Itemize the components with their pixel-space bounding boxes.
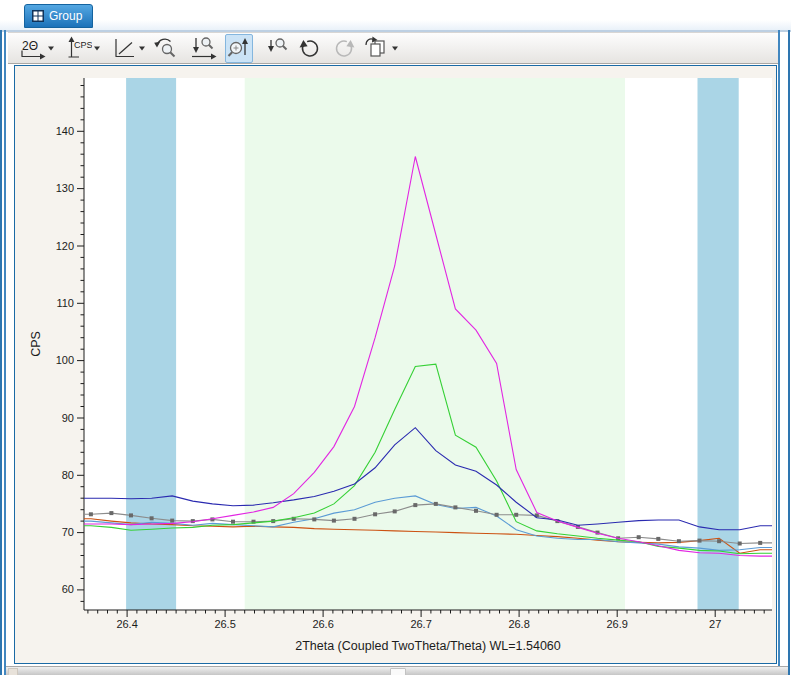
scrollbar-grip[interactable] [390, 668, 406, 675]
x-tick-label: 27 [709, 618, 721, 630]
scan-gray-marker [89, 512, 93, 516]
redo-icon [332, 35, 357, 61]
scan-gray-marker [656, 537, 660, 541]
xrd-chart[interactable]: 60 70 80 90 100 110 120 130 140 26.4 26.5 26.6 26.7 2… [15, 66, 777, 663]
scan-gray-marker [434, 502, 438, 506]
scan-gray-marker [495, 513, 499, 517]
scan-gray-marker [312, 517, 316, 521]
two-theta-axis-icon: 2Θ [18, 35, 46, 61]
export-copy-icon [362, 35, 390, 61]
tab-group[interactable]: Group [24, 4, 93, 28]
chevron-down-icon [138, 46, 146, 51]
x-tick-label: 26.6 [312, 618, 333, 630]
scan-gray-marker [453, 505, 457, 509]
scan-gray-marker [738, 542, 742, 546]
zoom-previous-icon [152, 35, 178, 61]
undo-icon [297, 35, 322, 61]
zoom-out-button[interactable] [263, 34, 291, 63]
y-tick-label: 110 [56, 297, 74, 309]
y-axis-scale-button[interactable]: CPS [65, 34, 102, 63]
y-axis-title: CPS [29, 331, 43, 357]
scan-gray-marker [514, 513, 518, 517]
x-axis-scale-button[interactable]: 2Θ [17, 34, 56, 63]
scan-gray-marker [758, 541, 762, 545]
scale-mode-button[interactable] [110, 34, 147, 63]
scan-gray-marker [353, 517, 357, 521]
window-border-right-inner [778, 30, 780, 675]
linear-scale-icon [111, 35, 137, 61]
redo-button[interactable] [331, 34, 358, 63]
y-tick-label: 120 [56, 240, 74, 252]
scan-gray-marker [393, 509, 397, 513]
scan-gray-marker [129, 513, 133, 517]
zoom-in-icon [226, 35, 252, 61]
chart-panel: 60 70 80 90 100 110 120 130 140 26.4 26.5 26.6 26.7 2… [14, 65, 777, 664]
zoom-to-range-icon [189, 35, 217, 61]
y-tick-label: 60 [62, 583, 74, 595]
zoom-previous-button[interactable] [151, 34, 179, 63]
x-tick-label: 26.5 [214, 618, 235, 630]
scrollbar-left-stub [8, 668, 18, 675]
x-tick-label: 26.7 [410, 618, 431, 630]
tab-label: Group [49, 9, 82, 23]
y-tick-label: 70 [62, 526, 74, 538]
scan-gray-marker [474, 509, 478, 513]
zoom-to-range-button[interactable] [188, 34, 218, 63]
cps-axis-icon: CPS [66, 35, 92, 61]
y-tick-label: 100 [56, 354, 74, 366]
scan-gray-marker [637, 535, 641, 539]
svg-text:CPS: CPS [74, 40, 92, 50]
zoom-out-icon [264, 35, 290, 61]
zoom-in-button[interactable] [225, 34, 253, 63]
scan-gray-marker [373, 512, 377, 516]
scan-gray-marker [677, 539, 681, 543]
chevron-down-icon [391, 46, 399, 51]
svg-text:2Θ: 2Θ [22, 39, 38, 53]
scan-gray-marker [698, 539, 702, 543]
undo-button[interactable] [296, 34, 323, 63]
chevron-down-icon [93, 46, 101, 51]
green-selection [245, 78, 625, 610]
y-tick-label: 90 [62, 412, 74, 424]
window-border-left-inner [4, 30, 6, 675]
horizontal-scrollbar[interactable] [6, 666, 788, 675]
tab-bar: Group [0, 0, 791, 30]
scan-gray-marker [109, 511, 113, 515]
scan-gray-marker [332, 519, 336, 523]
toolbar: 2Θ CPS [8, 32, 778, 64]
group-grid-icon [32, 10, 44, 22]
chevron-down-icon [47, 46, 55, 51]
y-tick-label: 80 [62, 469, 74, 481]
scan-gray-marker [717, 539, 721, 543]
window-border-right-outer [788, 30, 790, 675]
scan-gray-marker [150, 516, 154, 520]
x-tick-label: 26.9 [606, 618, 627, 630]
scan-gray-marker [170, 519, 174, 523]
scan-gray-marker [231, 520, 235, 524]
x-axis-title: 2Theta (Coupled TwoTheta/Theta) WL=1.540… [295, 639, 561, 653]
scan-gray-marker [413, 503, 417, 507]
x-tick-label: 26.8 [508, 618, 529, 630]
y-tick-label: 140 [56, 125, 74, 137]
export-copy-button[interactable] [361, 34, 400, 63]
window-border-left-outer [0, 30, 2, 675]
y-tick-label: 130 [56, 182, 74, 194]
x-tick-label: 26.4 [116, 618, 137, 630]
